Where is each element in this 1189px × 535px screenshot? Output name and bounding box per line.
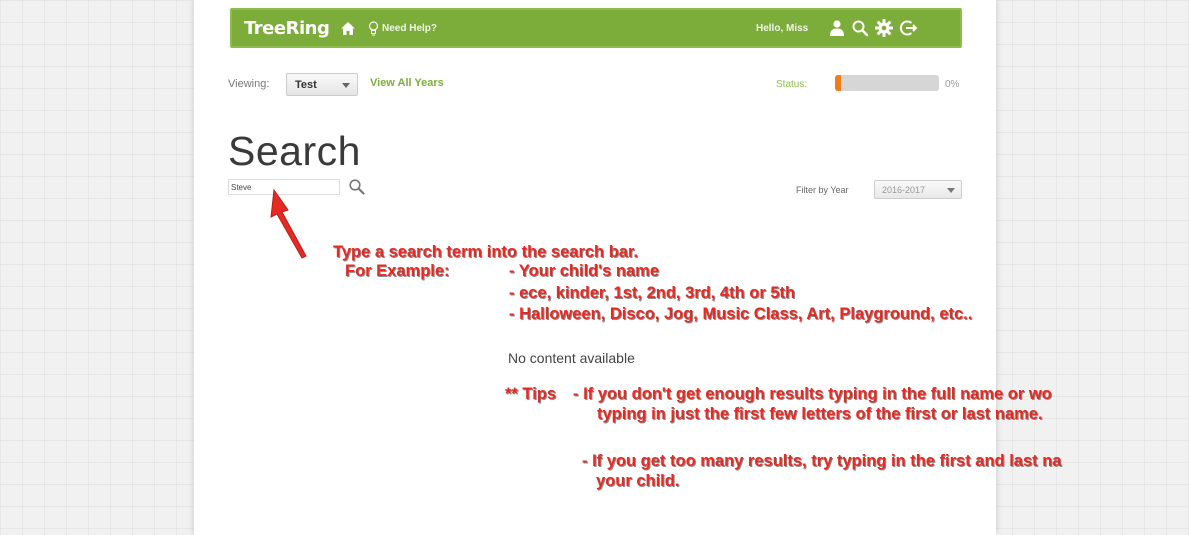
need-help-link[interactable]: Need Help? bbox=[382, 23, 437, 34]
search-button-icon[interactable] bbox=[348, 178, 366, 196]
chevron-down-icon bbox=[342, 83, 350, 88]
red-arrow-annotation bbox=[270, 188, 307, 259]
annotation-example-1: - Your child's name bbox=[509, 262, 660, 280]
gear-icon[interactable] bbox=[874, 18, 894, 38]
search-icon[interactable] bbox=[851, 19, 869, 37]
filter-by-year-label: Filter by Year bbox=[796, 185, 849, 195]
page-title: Search bbox=[228, 128, 361, 174]
annotation-tips-label: ** Tips bbox=[505, 385, 557, 403]
viewing-dropdown-value: Test bbox=[295, 79, 317, 91]
viewing-label: Viewing: bbox=[228, 78, 270, 90]
top-navbar: TreeRing Need Help? Hello, Miss bbox=[230, 8, 962, 48]
no-content-message: No content available bbox=[508, 350, 635, 366]
annotation-instruction: Type a search term into the search bar. bbox=[333, 243, 639, 261]
filter-year-dropdown[interactable]: 2016-2017 bbox=[874, 180, 962, 199]
status-label: Status: bbox=[776, 79, 808, 90]
lightbulb-icon bbox=[368, 21, 379, 36]
annotation-example-label: For Example: bbox=[345, 262, 450, 280]
annotation-example-2: - ece, kinder, 1st, 2nd, 3rd, 4th or 5th bbox=[509, 284, 796, 302]
viewing-dropdown[interactable]: Test bbox=[286, 73, 358, 96]
greeting-text: Hello, Miss bbox=[756, 23, 809, 34]
status-progress-fill bbox=[835, 75, 842, 91]
brand-logo[interactable]: TreeRing bbox=[244, 18, 330, 39]
status-percent: 0% bbox=[945, 79, 960, 90]
user-icon[interactable] bbox=[828, 19, 846, 37]
annotation-tip-2-line-1: - If you get too many results, try typin… bbox=[582, 452, 1062, 470]
annotation-tip-1-line-1: - If you don't get enough results typing… bbox=[573, 385, 1052, 403]
chevron-down-icon bbox=[947, 188, 955, 193]
annotation-tip-2-line-2: your child. bbox=[596, 472, 680, 490]
annotation-tip-1-line-2: typing in just the first few letters of … bbox=[597, 405, 1043, 423]
page: { "header": { "brand": "TreeRing", "help… bbox=[0, 0, 1189, 535]
logout-icon[interactable] bbox=[898, 18, 918, 38]
status-progress-bar bbox=[835, 75, 939, 91]
view-all-years-link[interactable]: View All Years bbox=[370, 77, 444, 89]
filter-year-value: 2016-2017 bbox=[882, 185, 926, 195]
home-icon[interactable] bbox=[340, 21, 356, 36]
annotation-example-3: - Halloween, Disco, Jog, Music Class, Ar… bbox=[509, 305, 973, 323]
